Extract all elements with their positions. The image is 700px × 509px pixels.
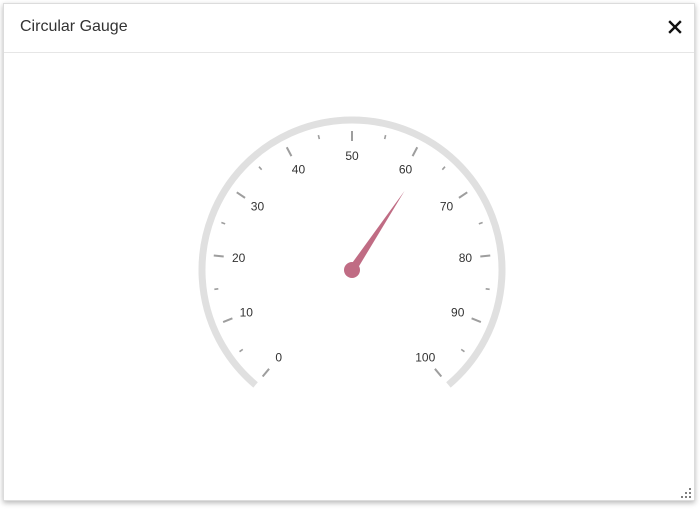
gauge-minor-tick [478,221,483,225]
gauge-major-tick [222,317,233,323]
gauge-tick-label: 70 [440,199,454,213]
gauge-tick-label: 40 [292,162,306,176]
gauge-tick-label: 60 [399,162,413,176]
gauge-major-tick [480,254,491,258]
gauge-tick-label: 50 [345,149,359,163]
gauge-needle [348,190,405,273]
gauge-major-tick [471,317,482,323]
gauge-minor-tick [441,166,446,171]
gauge-major-tick [285,146,293,157]
gauge-minor-tick [221,221,226,225]
gauge-tick-label: 100 [415,350,435,364]
gauge-major-tick [434,368,443,378]
gauge-tick-label: 10 [240,306,254,320]
gauge-tick-label: 20 [232,251,246,265]
circular-gauge-dialog: Circular Gauge 0 10 20 30 40 50 60 70 80 90 100 [3,3,695,501]
gauge-tick-label: 80 [459,251,473,265]
gauge-tick-label: 90 [451,306,465,320]
gauge-minor-tick [214,287,219,291]
gauge-minor-tick [460,348,465,353]
gauge-minor-tick [239,348,244,353]
circular-gauge: 0 10 20 30 40 50 60 70 80 90 100 [198,116,506,388]
resize-grip-icon [681,488,691,498]
gauge-minor-tick [383,134,387,140]
resize-handle[interactable] [680,486,692,498]
gauge-tick-label: 30 [251,199,265,213]
gauge-major-tick [261,368,270,378]
gauge-major-tick [411,146,419,157]
gauge-major-tick [236,191,246,199]
gauge-tick-label: 0 [275,350,282,364]
gauge-major-tick [213,254,224,258]
gauge-minor-tick [317,134,321,140]
gauge-major-tick [458,191,468,199]
gauge-minor-tick [485,287,490,291]
gauge-needle-cap [344,262,360,278]
gauge-minor-tick [258,166,263,171]
dialog-content: 0 10 20 30 40 50 60 70 80 90 100 [4,53,694,500]
